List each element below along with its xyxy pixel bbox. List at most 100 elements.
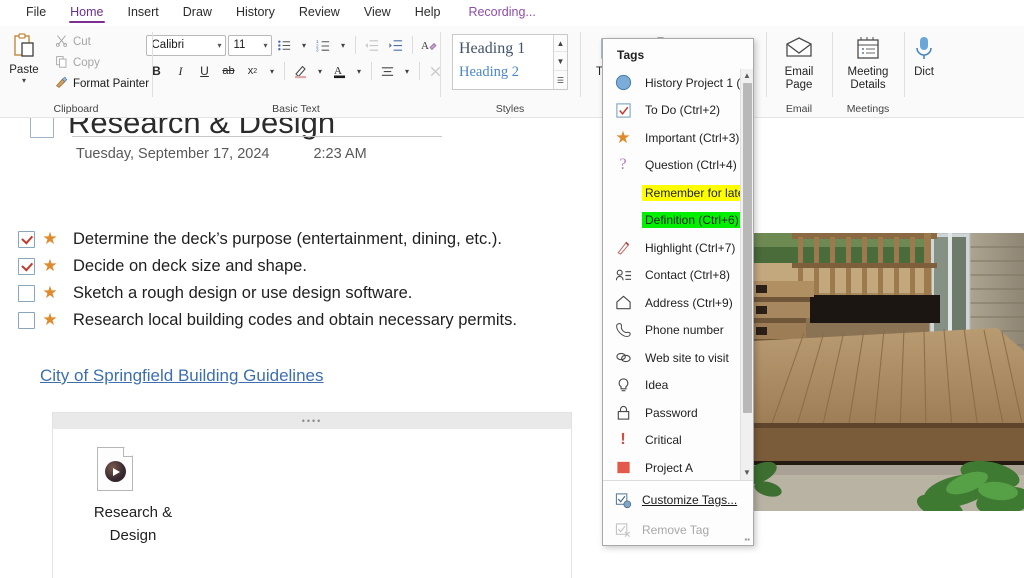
no-icon (613, 183, 633, 203)
highlight-dropdown[interactable]: ▾ (314, 60, 327, 82)
tag-item-password[interactable]: Password (603, 399, 740, 427)
audio-recording-file-icon[interactable] (97, 447, 133, 491)
style-heading-1[interactable]: Heading 1 (459, 37, 547, 61)
tag-item-project-a[interactable]: Project A (603, 454, 740, 480)
text-highlight-color-button[interactable] (290, 60, 312, 82)
tags-scrollbar[interactable]: ▲ ▼ (740, 69, 753, 480)
tag-item-important[interactable]: ★ Important (Ctrl+3) (603, 124, 740, 152)
checkbox-icon[interactable] (18, 285, 35, 302)
star-icon[interactable]: ★ (41, 257, 59, 276)
customize-tags-button[interactable]: Customize Tags... (603, 485, 753, 515)
tag-item-remember-for-later[interactable]: Remember for later (603, 179, 740, 207)
tag-item-history-project-1[interactable]: History Project 1 (C (603, 69, 740, 97)
tag-item-address[interactable]: Address (Ctrl+9) (603, 289, 740, 317)
tag-item-web-site-to-visit[interactable]: Web site to visit (603, 344, 740, 372)
scroll-up-icon[interactable]: ▲ (554, 35, 567, 52)
styles-more-icon[interactable]: ☰ (554, 72, 567, 89)
page-date[interactable]: Tuesday, September 17, 2024 (76, 146, 269, 162)
recording-status[interactable]: Recording... (452, 2, 547, 24)
star-icon[interactable]: ★ (41, 230, 59, 249)
scroll-up-icon[interactable]: ▲ (743, 71, 751, 81)
checklist-item-text[interactable]: Research local building codes and obtain… (65, 311, 517, 330)
menu-item-insert[interactable]: Insert (116, 2, 171, 24)
menu-item-history[interactable]: History (224, 2, 287, 24)
subscript-dropdown[interactable]: ▾ (266, 60, 279, 82)
tag-item-critical[interactable]: ! Critical (603, 427, 740, 455)
menu-item-view[interactable]: View (352, 2, 403, 24)
embedded-file-container[interactable]: •••• Research & Design (52, 412, 572, 578)
bullets-dropdown[interactable]: ▾ (298, 34, 311, 56)
bold-button[interactable]: B (146, 60, 168, 82)
tag-item-highlight[interactable]: Highlight (Ctrl+7) (603, 234, 740, 262)
checkbox-icon[interactable] (18, 231, 35, 248)
styles-scrollbar[interactable]: ▲ ▼ ☰ (553, 35, 567, 89)
calendar-icon (854, 33, 882, 63)
email-page-button[interactable]: Email Page (772, 30, 826, 92)
tag-item-definition[interactable]: Definition (Ctrl+6) (603, 207, 740, 235)
increase-indent-button[interactable] (385, 34, 407, 56)
font-size-combo[interactable]: 11 ▾ (227, 34, 272, 56)
font-color-dropdown[interactable]: ▾ (353, 60, 366, 82)
menu-item-help[interactable]: Help (403, 2, 453, 24)
numbering-dropdown[interactable]: ▾ (337, 34, 350, 56)
tag-item-phone-number[interactable]: Phone number (603, 317, 740, 345)
meeting-details-button[interactable]: Meeting Details (838, 30, 898, 92)
scroll-down-icon[interactable]: ▼ (554, 54, 567, 71)
font-name-combo[interactable]: Calibri ▾ (145, 34, 226, 56)
container-drag-handle[interactable]: •••• (53, 413, 571, 429)
tag-item-to-do[interactable]: To Do (Ctrl+2) (603, 97, 740, 125)
checklist-item-text[interactable]: Sketch a rough design or use design soft… (65, 284, 412, 303)
note-page-canvas[interactable]: Research & Design Tuesday, September 17,… (0, 118, 1024, 578)
align-dropdown[interactable]: ▾ (401, 60, 414, 82)
checkbox-icon[interactable] (18, 312, 35, 329)
star-icon[interactable]: ★ (41, 284, 59, 303)
page-time[interactable]: 2:23 AM (313, 146, 366, 162)
menu-item-file[interactable]: File (14, 2, 58, 24)
style-heading-2[interactable]: Heading 2 (459, 61, 547, 83)
italic-button[interactable]: I (170, 60, 192, 82)
tag-item-idea[interactable]: Idea (603, 372, 740, 400)
page-title-checkbox[interactable] (30, 118, 54, 138)
scroll-down-icon[interactable]: ▼ (743, 468, 751, 478)
page-title[interactable]: Research & Design (68, 118, 335, 141)
clear-formatting-button[interactable]: A (418, 34, 440, 56)
subscript-button[interactable]: x2 (242, 60, 264, 82)
format-painter-button[interactable]: Format Painter (51, 75, 153, 93)
cut-button[interactable]: Cut (51, 33, 153, 51)
checklist: ★ Determine the deck’s purpose (entertai… (18, 226, 517, 334)
underline-button[interactable]: U (194, 60, 216, 82)
tag-item-question[interactable]: ? Question (Ctrl+4) (603, 152, 740, 180)
font-color-button[interactable]: A (329, 60, 351, 82)
decrease-indent-button[interactable] (361, 34, 383, 56)
star-icon[interactable]: ★ (41, 311, 59, 330)
checklist-item-text[interactable]: Determine the deck’s purpose (entertainm… (65, 230, 502, 249)
deck-photo[interactable] (752, 233, 1024, 511)
embedded-file[interactable]: Research & Design (53, 429, 571, 547)
list-item[interactable]: ★ Decide on deck size and shape. (18, 253, 517, 280)
remove-tag-button[interactable]: Remove Tag (603, 515, 753, 545)
checklist-item-text[interactable]: Decide on deck size and shape. (65, 257, 307, 276)
copy-button[interactable]: Copy (51, 54, 153, 72)
divider (370, 62, 372, 80)
menu-item-draw[interactable]: Draw (171, 2, 224, 24)
list-item[interactable]: ★ Research local building codes and obta… (18, 307, 517, 334)
align-text-button[interactable] (377, 60, 399, 82)
menu-item-review[interactable]: Review (287, 2, 352, 24)
checkbox-icon[interactable] (18, 258, 35, 275)
styles-gallery[interactable]: Heading 1 Heading 2 ▲ ▼ ☰ (452, 34, 568, 90)
font-name-value: Calibri (151, 39, 185, 51)
hyperlink-building-guidelines[interactable]: City of Springfield Building Guidelines (40, 366, 324, 386)
strikethrough-button[interactable]: ab (218, 60, 240, 82)
resize-grip-icon[interactable]: ▪▪ (744, 536, 750, 544)
dictate-button[interactable]: Dict (906, 30, 942, 79)
menu-item-home[interactable]: Home (58, 2, 115, 24)
scrollbar-thumb[interactable] (742, 83, 752, 413)
tags-dropdown-panel[interactable]: Tags History Project 1 (C To Do (Ctrl+2) (602, 38, 754, 546)
numbering-button[interactable]: 123 (313, 34, 335, 56)
tag-item-contact[interactable]: Contact (Ctrl+8) (603, 262, 740, 290)
bullets-button[interactable] (274, 34, 296, 56)
list-item[interactable]: ★ Determine the deck’s purpose (entertai… (18, 226, 517, 253)
paste-button[interactable]: Paste ▾ (0, 30, 49, 85)
chevron-down-icon[interactable]: ▾ (22, 77, 26, 85)
list-item[interactable]: ★ Sketch a rough design or use design so… (18, 280, 517, 307)
